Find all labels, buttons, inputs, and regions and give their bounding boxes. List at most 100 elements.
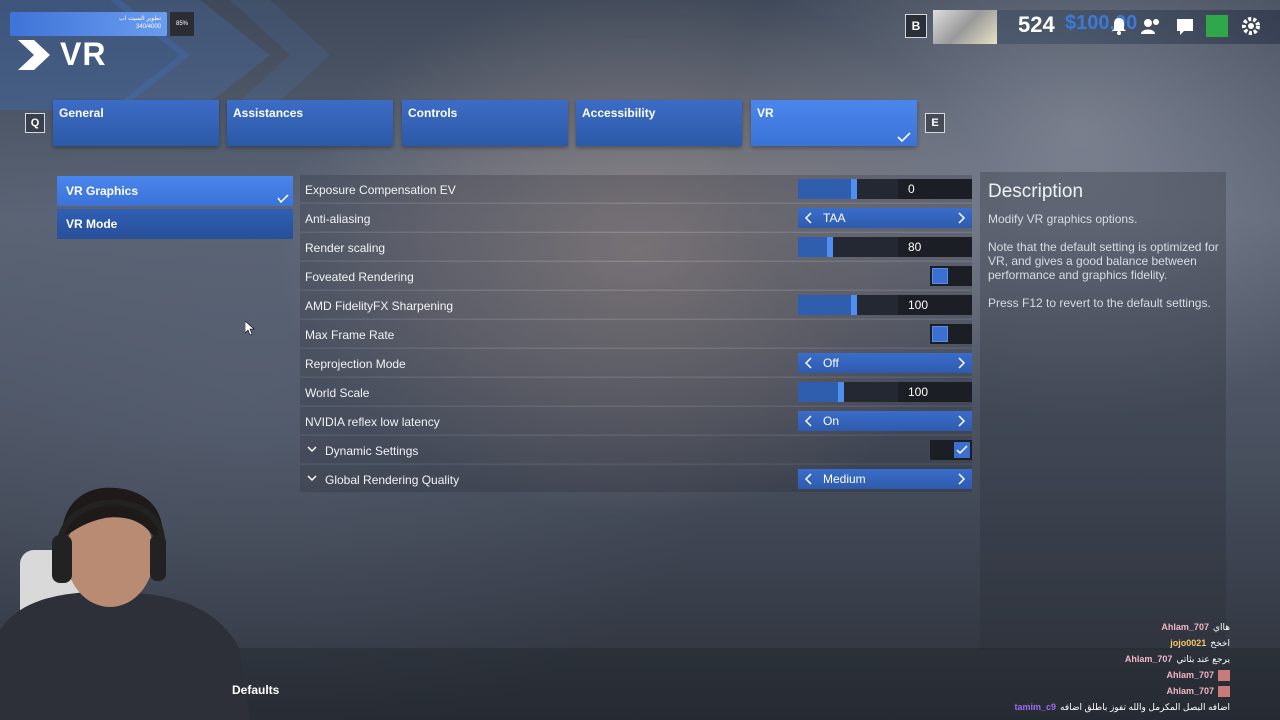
slider-fill: [798, 382, 838, 402]
next-tab-key[interactable]: E: [925, 113, 945, 133]
chat-username: Ahlam_707: [1124, 654, 1173, 664]
setting-label: World Scale: [305, 386, 370, 400]
chevron-left-icon[interactable]: [804, 357, 814, 369]
checkmark-icon: [897, 132, 911, 142]
hud-key-b: B: [905, 14, 927, 38]
setting-row-global-rendering-quality[interactable]: Global Rendering Quality Medium: [300, 465, 972, 493]
tab-label: Assistances: [233, 106, 304, 120]
stream-goal-title: تطوير السيت اب: [119, 16, 161, 22]
chevron-right-icon[interactable]: [956, 415, 966, 427]
description-note: Note that the default setting is optimiz…: [988, 240, 1219, 282]
tab-accessibility[interactable]: Accessibility: [576, 100, 742, 146]
setting-label: Max Frame Rate: [305, 328, 395, 342]
friends-icon[interactable]: [1140, 15, 1162, 37]
chevron-down-icon[interactable]: [307, 445, 317, 453]
chat-username: Ahlam_707: [1161, 622, 1209, 632]
slider-fill: [798, 295, 851, 315]
submenu-vr-graphics[interactable]: VR Graphics: [57, 176, 293, 206]
slider-value: 80: [908, 240, 922, 254]
submenu-label: VR Mode: [66, 217, 118, 231]
store-icon[interactable]: [1206, 15, 1228, 37]
chevron-down-icon[interactable]: [307, 474, 317, 482]
setting-label: Foveated Rendering: [305, 270, 414, 284]
setting-row-world-scale[interactable]: World Scale 100: [300, 378, 972, 406]
description-title: Description: [988, 181, 1084, 202]
chat-username: tamim_c9: [1014, 702, 1057, 712]
tab-label: Accessibility: [582, 106, 656, 120]
setting-label: Anti-aliasing: [305, 212, 371, 226]
selector-value: Medium: [823, 472, 866, 486]
chevron-left-icon[interactable]: [804, 473, 814, 485]
tab-vr[interactable]: VR: [751, 100, 917, 146]
page-title: VR: [60, 36, 107, 72]
chevron-right-icon[interactable]: [956, 357, 966, 369]
tab-controls[interactable]: Controls: [402, 100, 568, 146]
slider-thumb[interactable]: [850, 179, 857, 199]
setting-row-max-frame-rate[interactable]: Max Frame Rate: [300, 320, 972, 348]
submenu-vr-mode[interactable]: VR Mode: [57, 209, 293, 239]
setting-row-reprojection-mode[interactable]: Reprojection Mode Off: [300, 349, 972, 377]
setting-row-render-scaling[interactable]: Render scaling 80: [300, 233, 972, 261]
avatar[interactable]: [933, 10, 997, 44]
description-hint: Press F12 to revert to the default setti…: [988, 296, 1211, 310]
tab-assistances[interactable]: Assistances: [227, 100, 393, 146]
setting-row-dynamic-settings[interactable]: Dynamic Settings: [300, 436, 972, 464]
checkmark-icon: [277, 194, 289, 203]
world-scale-slider[interactable]: 100: [798, 382, 972, 402]
foveated-rendering-toggle[interactable]: [930, 266, 972, 286]
toggle-knob: [932, 268, 948, 284]
global-rendering-quality-selector[interactable]: Medium: [798, 469, 972, 489]
chevron-left-icon[interactable]: [804, 415, 814, 427]
exposure-slider[interactable]: 0: [798, 179, 972, 199]
mouse-cursor-icon: [245, 321, 255, 335]
chat-text: اضافه البصل المكرمل والله تفوز باطلق اضا…: [1060, 702, 1230, 712]
slider-thumb[interactable]: [838, 382, 844, 402]
tab-general[interactable]: General: [53, 100, 219, 146]
selector-value: On: [823, 414, 840, 428]
stream-goal-text: تطوير السيت اب 340/4000: [119, 15, 161, 31]
anti-aliasing-selector[interactable]: TAA: [798, 208, 972, 228]
hud-count: 524: [1018, 12, 1055, 37]
amd-sharpening-slider[interactable]: 100: [798, 295, 972, 315]
setting-row-foveated-rendering[interactable]: Foveated Rendering: [300, 262, 972, 290]
chat-message: tamim_c9 اضافه البصل المكرمل والله تفوز ب…: [1015, 702, 1231, 716]
stream-goal-count: 340/4000: [135, 24, 161, 30]
render-scaling-slider[interactable]: 80: [798, 237, 972, 257]
setting-row-amd-sharpening[interactable]: AMD FidelityFX Sharpening 100: [300, 291, 972, 319]
selector-value: Off: [823, 356, 839, 370]
party-icon[interactable]: [1174, 15, 1196, 37]
settings-gear-icon[interactable]: [1240, 15, 1262, 37]
chevron-right-icon[interactable]: [956, 212, 966, 224]
setting-label: NVIDIA reflex low latency: [305, 415, 440, 429]
setting-row-nvidia-reflex[interactable]: NVIDIA reflex low latency On: [300, 407, 972, 435]
reprojection-mode-selector[interactable]: Off: [798, 353, 972, 373]
tab-label: General: [59, 106, 104, 120]
chat-emote-icon: [1218, 670, 1230, 682]
prev-tab-key[interactable]: Q: [25, 113, 45, 133]
slider-thumb[interactable]: [826, 237, 833, 257]
chevron-left-icon[interactable]: [804, 212, 814, 224]
setting-label: Reprojection Mode: [305, 357, 406, 371]
max-frame-rate-toggle[interactable]: [930, 324, 972, 344]
chat-message: Ahlam_707 يرجع عند بثاتي: [1125, 654, 1230, 668]
slider-thumb[interactable]: [850, 295, 857, 315]
dynamic-settings-checkbox[interactable]: [930, 440, 972, 460]
chat-username: Ahlam_707: [1166, 670, 1214, 680]
setting-label: Dynamic Settings: [325, 444, 419, 458]
slider-value: 100: [908, 298, 929, 312]
description-text: Modify VR graphics options.: [988, 212, 1138, 226]
stream-goal-percent: 85%: [170, 12, 194, 36]
tab-label: VR: [757, 106, 774, 120]
chevron-right-icon[interactable]: [956, 473, 966, 485]
notification-icon[interactable]: [1108, 15, 1130, 37]
stream-goal-bar: تطوير السيت اب 340/4000: [10, 12, 167, 36]
defaults-button[interactable]: Defaults: [232, 683, 279, 697]
chat-message: Ahlam_707: [1166, 686, 1230, 700]
toggle-knob: [932, 326, 948, 342]
settings-list: Exposure Compensation EV 0 Anti-aliasing…: [300, 175, 972, 495]
chat-message: jojo0021 اخخخ: [1170, 638, 1230, 652]
nvidia-reflex-selector[interactable]: On: [798, 411, 972, 431]
setting-row-anti-aliasing[interactable]: Anti-aliasing TAA: [300, 204, 972, 232]
setting-row-exposure[interactable]: Exposure Compensation EV 0: [300, 175, 972, 203]
slider-fill: [798, 237, 827, 257]
